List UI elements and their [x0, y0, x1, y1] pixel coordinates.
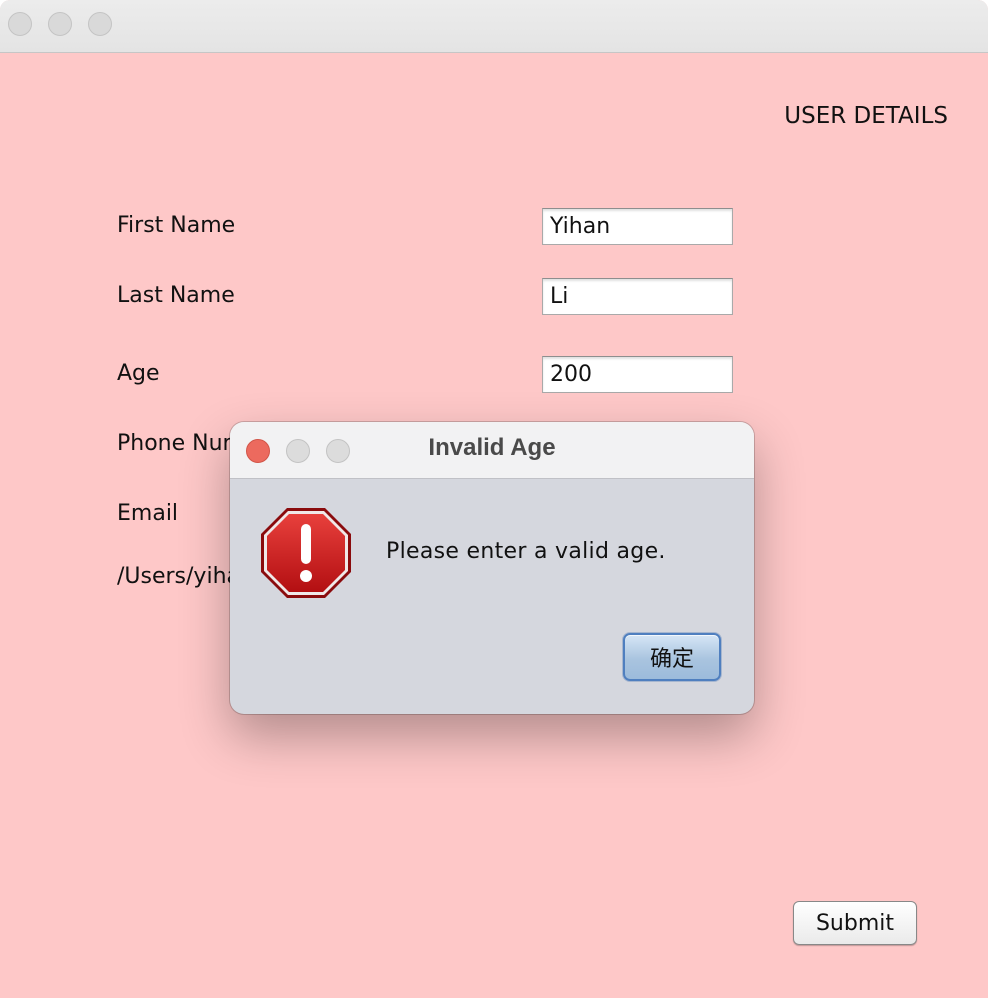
window-titlebar — [0, 0, 988, 53]
last-name-input[interactable] — [542, 278, 733, 315]
ok-button[interactable]: 确定 — [623, 633, 721, 681]
error-stop-icon — [261, 508, 351, 598]
invalid-age-dialog: Invalid Age Please enter a valid age. 确定 — [230, 422, 754, 714]
zoom-window-button[interactable] — [88, 12, 112, 36]
first-name-input[interactable] — [542, 208, 733, 245]
last-name-label: Last Name — [117, 283, 235, 308]
dialog-titlebar: Invalid Age — [230, 422, 754, 479]
submit-button[interactable]: Submit — [793, 901, 917, 945]
close-window-button[interactable] — [8, 12, 32, 36]
page-heading: USER DETAILS — [784, 103, 948, 129]
age-input[interactable] — [542, 356, 733, 393]
first-name-label: First Name — [117, 213, 236, 238]
age-label: Age — [117, 361, 160, 386]
dialog-title: Invalid Age — [428, 434, 556, 461]
minimize-window-button[interactable] — [48, 12, 72, 36]
dialog-message: Please enter a valid age. — [386, 539, 666, 564]
email-label: Email — [117, 501, 179, 526]
